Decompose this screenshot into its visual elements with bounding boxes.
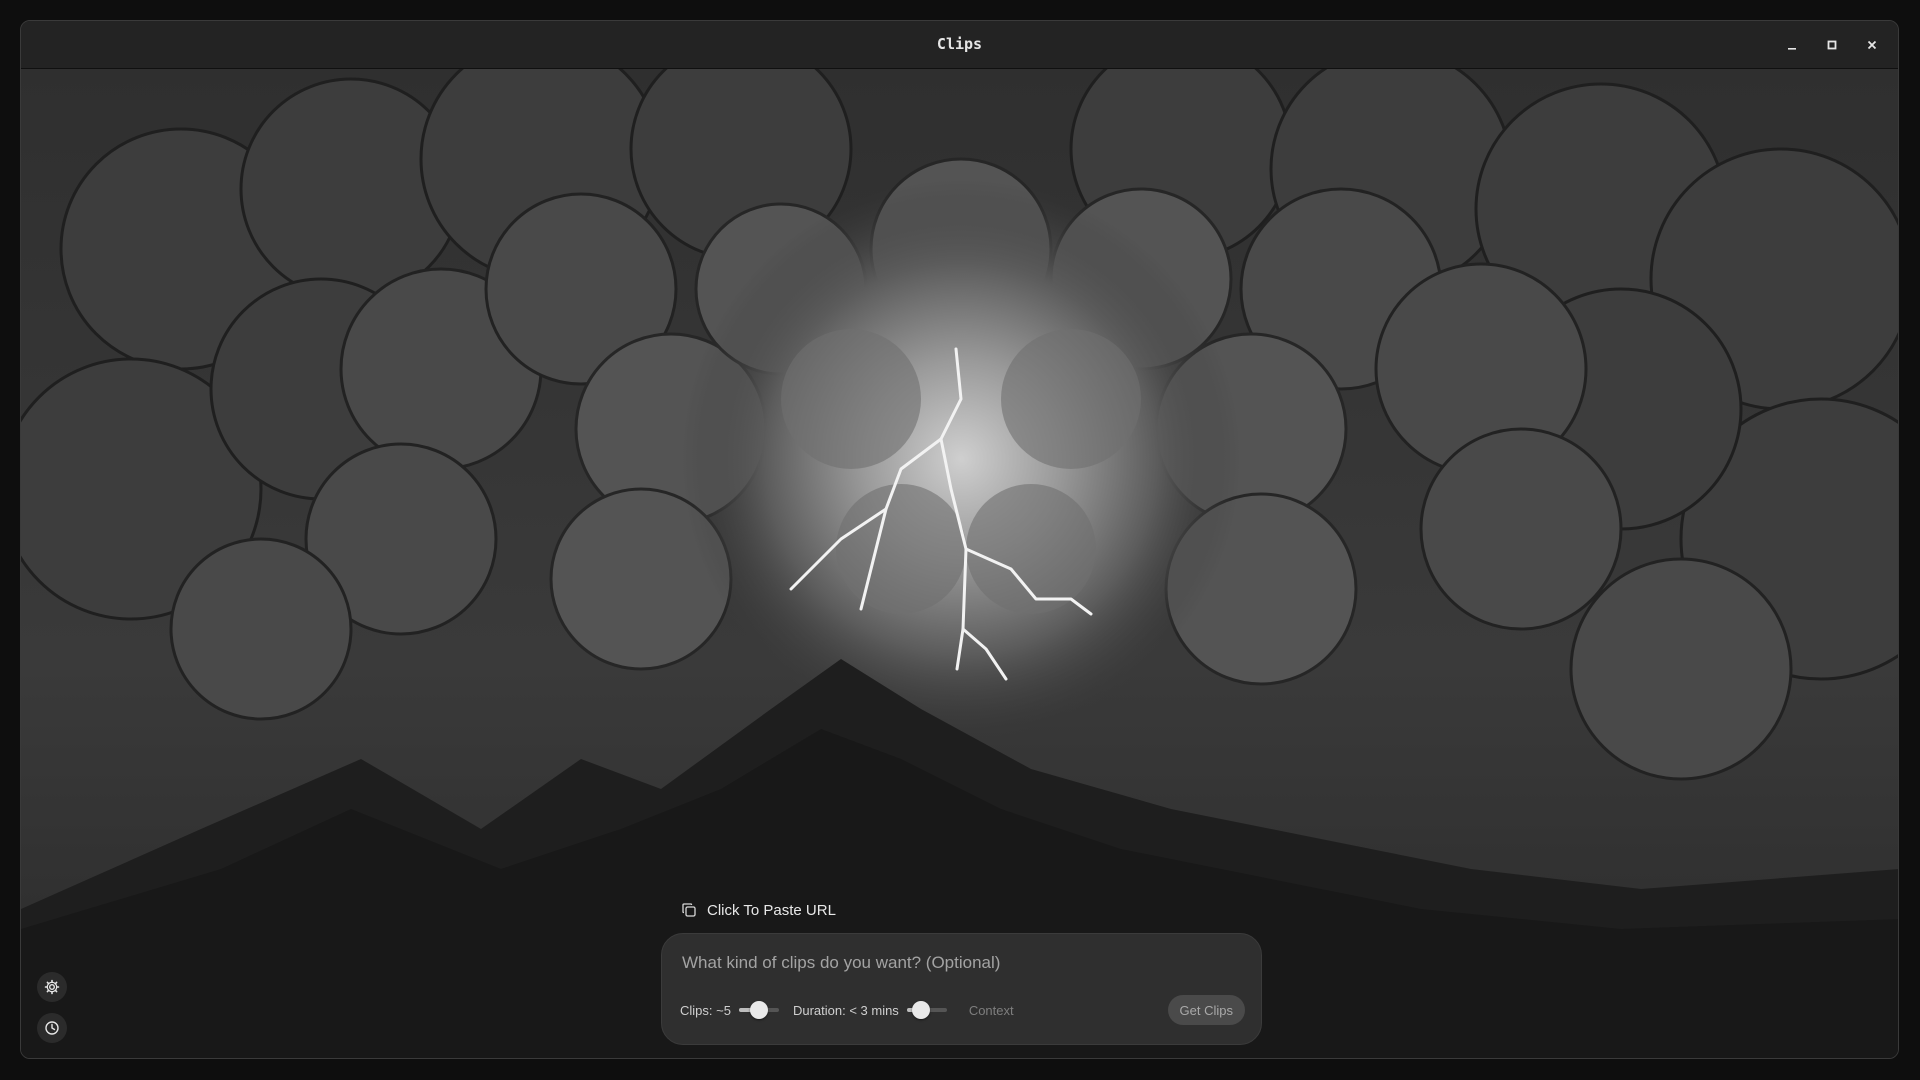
window-controls <box>1778 31 1886 59</box>
copy-icon <box>682 903 696 917</box>
paste-url-label: Click To Paste URL <box>707 901 836 919</box>
minimize-button[interactable] <box>1778 31 1806 59</box>
gear-icon <box>44 979 60 995</box>
slider-thumb[interactable] <box>749 1001 768 1019</box>
minimize-icon <box>1788 48 1796 50</box>
clip-description-input[interactable] <box>680 948 1244 978</box>
window-title: Clips <box>936 35 983 53</box>
settings-button[interactable] <box>37 972 67 1002</box>
maximize-icon <box>1827 40 1837 50</box>
slider-thumb[interactable] <box>911 1001 930 1019</box>
duration-label: Duration: < 3 mins <box>792 1002 899 1018</box>
clip-request-panel: Clips: ~5 Duration: < 3 mins Context Get… <box>661 933 1262 1045</box>
main-content: Click To Paste URL Clips: ~5 Duration: <… <box>21 69 1898 1058</box>
close-icon <box>1867 40 1877 50</box>
duration-slider[interactable] <box>906 1001 947 1019</box>
clips-count-slider[interactable] <box>738 1001 779 1019</box>
clips-count-label: Clips: ~5 <box>680 1002 731 1018</box>
title-bar[interactable]: Clips <box>21 21 1898 69</box>
app-window: Clips Click To Paste URL What kind of cl… <box>20 20 1899 1059</box>
maximize-button[interactable] <box>1818 31 1846 59</box>
clock-icon <box>45 1021 59 1035</box>
storm-background-image <box>21 69 1898 1058</box>
history-button[interactable] <box>37 1013 67 1043</box>
context-button[interactable]: Context <box>969 1003 1014 1018</box>
controls-row: Clips: ~5 Duration: < 3 mins Context Get… <box>680 994 1245 1026</box>
get-clips-button[interactable]: Get Clips <box>1167 995 1245 1025</box>
paste-url-button[interactable]: Click To Paste URL <box>681 898 836 922</box>
close-button[interactable] <box>1858 31 1886 59</box>
